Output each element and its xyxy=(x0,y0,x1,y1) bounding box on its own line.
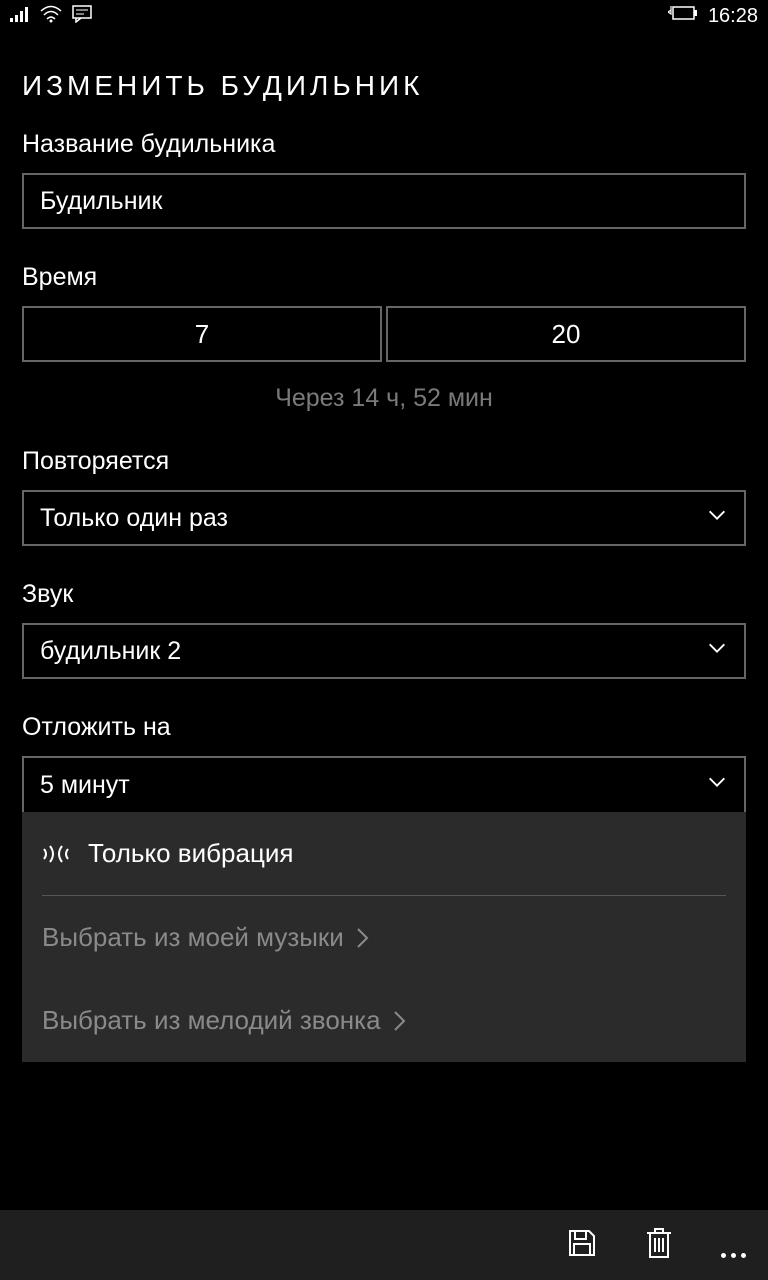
more-icon xyxy=(721,1233,746,1258)
signal-icon xyxy=(10,6,30,27)
save-icon xyxy=(567,1228,597,1263)
page-title: ИЗМЕНИТЬ БУДИЛЬНИК xyxy=(0,32,768,130)
vibrate-icon xyxy=(42,843,70,865)
trash-icon xyxy=(645,1227,673,1264)
status-bar: 16:28 xyxy=(0,0,768,32)
wifi-icon xyxy=(40,5,62,28)
repeat-label: Повторяется xyxy=(22,447,746,476)
sound-group: Звук будильник 2 xyxy=(22,580,746,679)
vibrate-only-option[interactable]: Только вибрация xyxy=(42,812,726,896)
vibrate-only-label: Только вибрация xyxy=(88,838,293,869)
hour-picker[interactable]: 7 xyxy=(22,306,382,362)
chevron-down-icon xyxy=(706,771,728,800)
repeat-value: Только один раз xyxy=(40,504,228,533)
clock-time: 16:28 xyxy=(708,5,758,28)
sound-value: будильник 2 xyxy=(40,637,181,666)
chevron-down-icon xyxy=(706,637,728,666)
sound-label: Звук xyxy=(22,580,746,609)
chevron-right-icon xyxy=(393,1010,407,1032)
minute-picker[interactable]: 20 xyxy=(386,306,746,362)
more-button[interactable] xyxy=(721,1233,746,1258)
alarm-name-input[interactable] xyxy=(22,173,746,229)
sound-select[interactable]: будильник 2 xyxy=(22,623,746,679)
time-group: Время 7 20 Через 14 ч, 52 мин xyxy=(22,263,746,413)
chevron-down-icon xyxy=(706,504,728,533)
delete-button[interactable] xyxy=(645,1227,673,1264)
app-bar xyxy=(0,1210,768,1280)
battery-icon xyxy=(668,6,698,27)
repeat-select[interactable]: Только один раз xyxy=(22,490,746,546)
save-button[interactable] xyxy=(567,1228,597,1263)
snooze-select[interactable]: 5 минут xyxy=(22,756,746,812)
sound-options-popup: Только вибрация Выбрать из моей музыки В… xyxy=(22,812,746,1062)
alarm-name-group: Название будильника xyxy=(22,130,746,229)
snooze-group: Отложить на 5 минут xyxy=(22,713,746,812)
repeat-group: Повторяется Только один раз xyxy=(22,447,746,546)
snooze-value: 5 минут xyxy=(40,771,130,800)
message-icon xyxy=(72,5,92,28)
pick-from-ringtones-label: Выбрать из мелодий звонка xyxy=(42,1005,381,1036)
alarm-name-label: Название будильника xyxy=(22,130,746,159)
pick-from-music-label: Выбрать из моей музыки xyxy=(42,922,344,953)
pick-from-ringtones-link[interactable]: Выбрать из мелодий звонка xyxy=(42,979,726,1062)
time-label: Время xyxy=(22,263,746,292)
chevron-right-icon xyxy=(356,927,370,949)
pick-from-music-link[interactable]: Выбрать из моей музыки xyxy=(42,896,726,979)
snooze-label: Отложить на xyxy=(22,713,746,742)
time-remaining: Через 14 ч, 52 мин xyxy=(22,384,746,413)
